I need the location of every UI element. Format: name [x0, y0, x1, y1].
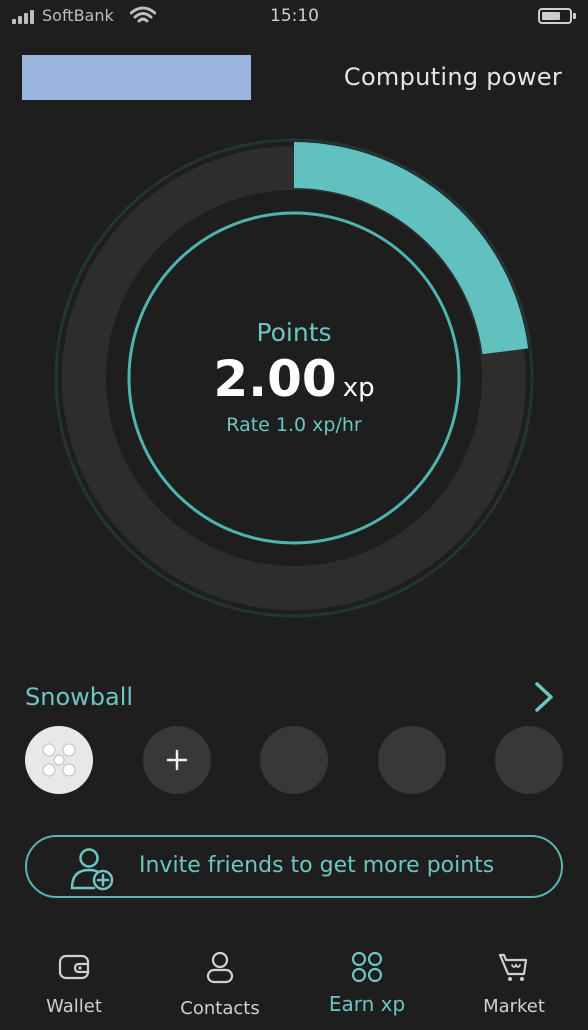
status-bar: SoftBank 15:10 — [0, 0, 588, 34]
earn-grid-icon — [351, 951, 383, 983]
page-title: Computing power — [343, 63, 562, 91]
points-value: 2.00 — [213, 350, 337, 408]
invite-friends-button[interactable]: Invite friends to get more points — [25, 835, 563, 898]
tab-label: Wallet — [46, 996, 102, 1017]
empty-member-slot — [260, 726, 328, 794]
wallet-icon — [58, 954, 90, 980]
cart-icon — [498, 953, 528, 981]
tab-market[interactable]: Market — [459, 940, 569, 1026]
points-unit: xp — [342, 373, 375, 403]
tab-contacts[interactable]: Contacts — [165, 940, 275, 1026]
snowball-member-avatar[interactable] — [25, 726, 93, 794]
signal-icon — [12, 8, 36, 24]
snowball-member-icon — [42, 743, 76, 777]
rate-text: Rate 1.0 xp/hr — [226, 414, 362, 436]
tab-earn-xp[interactable]: Earn xp — [312, 940, 422, 1026]
points-value-row: 2.00 xp — [0, 350, 588, 408]
chevron-right-icon[interactable] — [530, 680, 558, 714]
bottom-tab-bar: Wallet Contacts Earn xp Market — [0, 940, 588, 1030]
empty-member-slot — [495, 726, 563, 794]
battery-icon — [538, 8, 576, 24]
contacts-icon — [206, 951, 234, 984]
tab-wallet[interactable]: Wallet — [19, 940, 129, 1026]
status-time: 15:10 — [270, 6, 319, 26]
wifi-icon — [130, 6, 156, 23]
add-member-button[interactable] — [143, 726, 211, 794]
tab-label: Earn xp — [328, 992, 406, 1016]
tab-label: Market — [483, 996, 545, 1017]
snowball-title: Snowball — [25, 683, 134, 711]
add-user-icon — [70, 848, 114, 891]
redacted-username — [22, 55, 251, 100]
points-label: Points — [256, 318, 332, 347]
carrier-name: SoftBank — [42, 6, 114, 25]
invite-label: Invite friends to get more points — [139, 853, 495, 878]
tab-label: Contacts — [180, 998, 260, 1019]
empty-member-slot — [378, 726, 446, 794]
plus-icon — [166, 749, 188, 771]
